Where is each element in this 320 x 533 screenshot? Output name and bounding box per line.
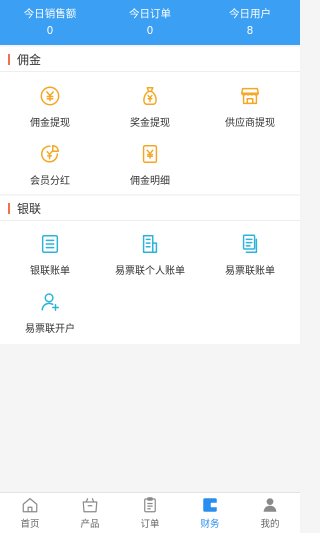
stat-users: 今日用户 8 [200, 0, 300, 45]
money-bag-icon [143, 87, 157, 105]
section-title: 佣金 [17, 52, 42, 67]
grid-item-label: 供应商提现 [225, 118, 275, 129]
grid-item-label: 易票联个人账单 [115, 266, 185, 277]
grid-item-label: 易票联账单 [225, 266, 275, 277]
files-icon [242, 234, 258, 253]
stats-header: 今日销售额 0 今日订单 0 今日用户 8 [0, 0, 300, 45]
grid-item-epay-bill[interactable]: 易票联账单 [200, 223, 300, 281]
wallet-icon [203, 498, 218, 512]
section-header-commission: 佣金 [0, 47, 300, 72]
grid-item-label: 易票联开户 [25, 324, 75, 335]
section-header-unionpay: 银联 [0, 196, 300, 221]
home-icon [22, 498, 38, 513]
grid-item-label: 银联账单 [30, 266, 70, 277]
grid-item-epay-personal-bill[interactable]: 易票联个人账单 [100, 223, 200, 281]
stat-orders: 今日订单 0 [100, 0, 200, 45]
grid-item-label: 奖金提现 [130, 118, 170, 129]
stat-value: 0 [146, 24, 154, 37]
grid-item-bonus-withdraw[interactable]: 奖金提现 [100, 75, 200, 133]
add-user-icon [41, 293, 59, 311]
tab-products[interactable]: 产品 [60, 493, 120, 533]
dividend-icon [41, 145, 59, 163]
tab-label: 我的 [260, 519, 280, 530]
stat-label: 今日用户 [229, 7, 271, 20]
tab-orders[interactable]: 订单 [120, 493, 180, 533]
stat-value: 8 [246, 24, 254, 37]
grid-item-label: 会员分红 [30, 176, 70, 187]
person-icon [263, 498, 277, 512]
clipboard-icon [144, 497, 156, 513]
tab-label: 订单 [140, 519, 160, 530]
tab-mine[interactable]: 我的 [240, 493, 300, 533]
tab-home[interactable]: 首页 [0, 493, 60, 533]
tab-finance[interactable]: 财务 [180, 493, 240, 533]
grid-item-unionpay-bill[interactable]: 银联账单 [0, 223, 100, 281]
document-icon [41, 235, 59, 253]
section-accent-bar [8, 53, 10, 65]
tab-label: 财务 [200, 519, 220, 530]
section-accent-bar [8, 202, 10, 214]
shop-icon [241, 87, 259, 105]
yen-note-icon [142, 145, 158, 163]
stat-label: 今日销售额 [23, 7, 77, 20]
stat-label: 今日订单 [129, 7, 171, 20]
yen-coin-icon [40, 86, 60, 106]
grid-item-commission-withdraw[interactable]: 佣金提现 [0, 75, 100, 133]
commission-grid: 佣金提现 奖金提现 供应商提现 会员分红 佣金明细 [0, 72, 300, 194]
bottom-tab-bar: 首页 产品 订单 财务 我的 [0, 492, 300, 533]
stat-sales: 今日销售额 0 [0, 0, 100, 45]
stat-value: 0 [46, 24, 54, 37]
grid-item-member-dividend[interactable]: 会员分红 [0, 133, 100, 191]
tab-label: 首页 [20, 519, 40, 530]
grid-item-label: 佣金明细 [130, 176, 170, 187]
grid-item-commission-detail[interactable]: 佣金明细 [100, 133, 200, 191]
section-title: 银联 [17, 201, 42, 216]
grid-item-epay-open-account[interactable]: 易票联开户 [0, 281, 100, 339]
grid-item-label: 佣金提现 [30, 118, 70, 129]
bill-icon [142, 235, 158, 253]
unionpay-grid: 银联账单 易票联个人账单 易票联账单 易票联开户 [0, 221, 300, 344]
grid-item-supplier-withdraw[interactable]: 供应商提现 [200, 75, 300, 133]
bag-icon [82, 498, 98, 513]
tab-label: 产品 [80, 519, 100, 530]
